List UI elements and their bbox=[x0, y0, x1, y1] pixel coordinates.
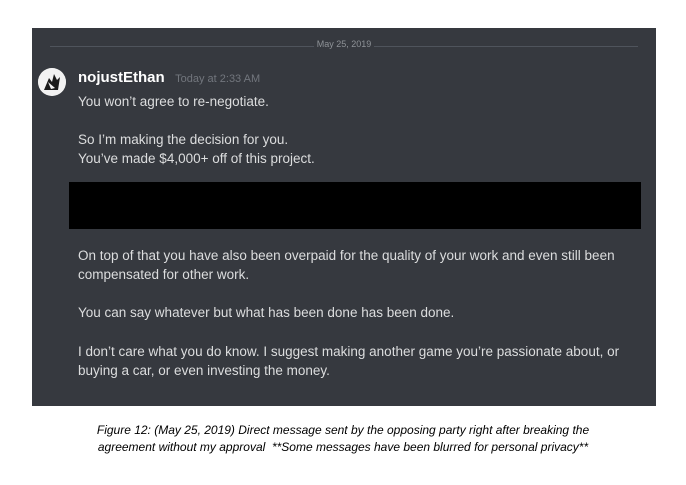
username[interactable]: nojustEthan bbox=[78, 69, 165, 86]
caption-line-1: Figure 12: (May 25, 2019) Direct message… bbox=[96, 423, 590, 437]
figure-caption: Figure 12: (May 25, 2019) Direct message… bbox=[20, 422, 666, 456]
user-avatar[interactable] bbox=[38, 68, 66, 96]
message-line: On top of that you have also been overpa… bbox=[78, 248, 615, 282]
message-line: You won’t agree to re-negotiate. bbox=[78, 94, 269, 109]
message-line: I don’t care what you do know. I suggest… bbox=[78, 344, 620, 378]
message-line: So I’m making the decision for you. bbox=[78, 132, 289, 147]
message-timestamp: Today at 2:33 AM bbox=[175, 73, 261, 85]
chat-panel: May 25, 2019 nojustEthan Today at 2:33 A… bbox=[32, 28, 656, 406]
date-divider: May 25, 2019 bbox=[32, 39, 656, 49]
caption-line-2: agreement without my approval **Some mes… bbox=[97, 440, 589, 454]
message-line: You’ve made $4,000+ off of this project. bbox=[78, 151, 315, 166]
avatar-figure-icon bbox=[38, 68, 66, 96]
message-line: You can say whatever but what has been d… bbox=[78, 305, 455, 320]
message-header: nojustEthan Today at 2:33 AM bbox=[78, 69, 260, 87]
divider-date: May 25, 2019 bbox=[316, 39, 372, 49]
redacted-message-block bbox=[69, 182, 641, 229]
